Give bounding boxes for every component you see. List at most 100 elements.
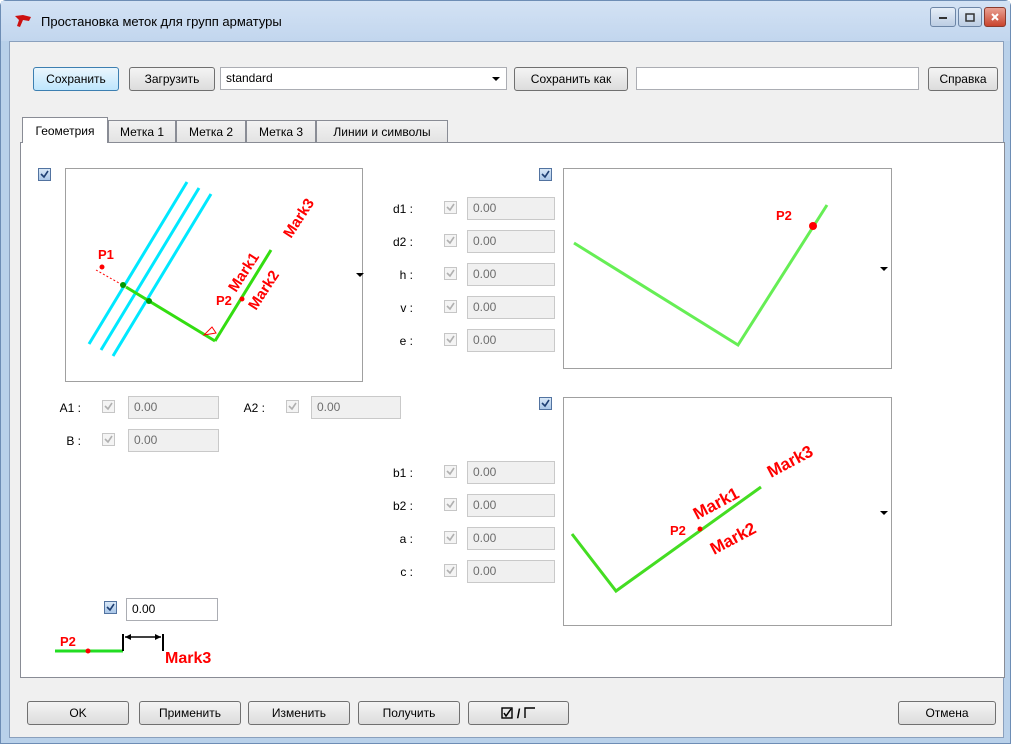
geometry-panel: P1 P2 Mark1 Mark2 Mark3 d1 : 0.00 d2 : 0.00… [20, 142, 1005, 678]
rebar-line [87, 181, 189, 345]
close-button[interactable] [984, 7, 1006, 27]
a1-label: A1 : [59, 401, 81, 415]
checkmark-icon [446, 566, 455, 575]
param-bottom-input[interactable]: 0.00 [467, 560, 555, 583]
param-top-input[interactable]: 0.00 [467, 263, 555, 286]
checked-box-icon [500, 707, 513, 719]
checkmark-icon [446, 467, 455, 476]
enable-preview1-checkbox[interactable] [38, 168, 51, 181]
help-button[interactable]: Справка [928, 67, 998, 91]
enable-preview3-checkbox[interactable] [539, 397, 552, 410]
param-top-label: d1 : [392, 202, 413, 216]
cancel-button[interactable]: Отмена [898, 701, 996, 725]
tab-geometry[interactable]: Геометрия [22, 117, 108, 143]
anchor-point [146, 298, 152, 304]
preview2-dropdown-icon[interactable] [880, 267, 888, 271]
tab-mark2[interactable]: Метка 2 [176, 120, 246, 142]
a1-input[interactable]: 0.00 [128, 396, 219, 419]
checkmark-icon [446, 302, 455, 311]
checkmark-icon [104, 435, 113, 444]
toggle-separator: / [516, 705, 521, 721]
chevron-down-icon [492, 77, 500, 81]
checkmark-icon [288, 402, 297, 411]
param-bottom-checkbox[interactable] [444, 465, 457, 478]
maximize-button[interactable] [958, 7, 982, 27]
save-button[interactable]: Сохранить [33, 67, 119, 91]
b-label: B : [66, 434, 81, 448]
apply-button[interactable]: Применить [139, 701, 241, 725]
tab-mark3[interactable]: Метка 3 [246, 120, 316, 142]
param-top-checkbox[interactable] [444, 267, 457, 280]
rebar-line [99, 187, 201, 351]
param-top-input[interactable]: 0.00 [467, 329, 555, 352]
maximize-icon [965, 12, 975, 22]
tab-mark1[interactable]: Метка 1 [108, 120, 176, 142]
p1-point [99, 264, 105, 270]
param-bottom-label: b2 : [392, 499, 413, 513]
preset-value: standard [226, 71, 273, 85]
save-as-button[interactable]: Сохранить как [514, 67, 628, 91]
checkmark-icon [446, 335, 455, 344]
param-bottom-label: b1 : [392, 466, 413, 480]
param-top-checkbox[interactable] [444, 333, 457, 346]
param-top-label: v : [400, 301, 413, 315]
param-bottom-checkbox[interactable] [444, 531, 457, 544]
app-icon [15, 15, 31, 27]
param-bottom-input[interactable]: 0.00 [467, 494, 555, 517]
param-bottom-checkbox[interactable] [444, 498, 457, 511]
checkmark-icon [106, 603, 115, 612]
toggle-all-button[interactable]: / [468, 701, 569, 725]
preview3-dropdown-icon[interactable] [880, 511, 888, 515]
leader-line [573, 204, 829, 348]
preset-select[interactable]: standard [220, 67, 507, 90]
param-bottom-label: a : [399, 532, 413, 546]
get-button[interactable]: Получить [358, 701, 460, 725]
minimize-button[interactable] [930, 7, 956, 27]
param-bottom-input[interactable]: 0.00 [467, 527, 555, 550]
p1-label: P1 [98, 247, 114, 262]
p2-point [697, 526, 703, 532]
preview-leader: P2 [563, 168, 892, 369]
load-button[interactable]: Загрузить [129, 67, 215, 91]
offset-input[interactable]: 0.00 [126, 598, 218, 621]
param-top-checkbox[interactable] [444, 300, 457, 313]
offset-diagram: P2 Mark3 [55, 634, 211, 667]
param-top-checkbox[interactable] [444, 201, 457, 214]
rebar-line [111, 193, 213, 357]
change-button[interactable]: Изменить [248, 701, 350, 725]
checkmark-icon [541, 170, 550, 179]
title-bar[interactable]: Простановка меток для групп арматуры [1, 1, 1010, 41]
p2-label: P2 [776, 208, 792, 223]
save-as-name-input[interactable] [636, 67, 919, 90]
mark3-label: Mark3 [165, 650, 211, 667]
preview-rebar-group: P1 P2 Mark1 Mark2 Mark3 [65, 168, 363, 382]
offset-checkbox[interactable] [104, 601, 117, 614]
mark2-label: Mark2 [707, 519, 759, 559]
param-top-checkbox[interactable] [444, 234, 457, 247]
p2-point [239, 296, 245, 302]
param-top-input[interactable]: 0.00 [467, 230, 555, 253]
preview1-dropdown-icon[interactable] [356, 273, 364, 277]
param-top-label: d2 : [392, 235, 413, 249]
a2-input[interactable]: 0.00 [311, 396, 401, 419]
param-bottom-input[interactable]: 0.00 [467, 461, 555, 484]
p2-point [85, 648, 91, 654]
param-top-input[interactable]: 0.00 [467, 296, 555, 319]
a2-checkbox[interactable] [286, 400, 299, 413]
a1-checkbox[interactable] [102, 400, 115, 413]
param-top-input[interactable]: 0.00 [467, 197, 555, 220]
b-checkbox[interactable] [102, 433, 115, 446]
leader-diagram: P2 [573, 204, 829, 348]
param-top-label: e : [399, 334, 413, 348]
ok-button[interactable]: OK [27, 701, 129, 725]
tab-lines-symbols[interactable]: Линии и символы [316, 120, 448, 142]
enable-preview2-checkbox[interactable] [539, 168, 552, 181]
angle-icon [202, 326, 217, 336]
checkmark-icon [446, 500, 455, 509]
window-title: Простановка меток для групп арматуры [41, 14, 282, 29]
b-input[interactable]: 0.00 [128, 429, 219, 452]
param-bottom-checkbox[interactable] [444, 564, 457, 577]
preview-text-leader: P2 Mark1 Mark2 Mark3 [563, 397, 892, 626]
checkmark-icon [104, 402, 113, 411]
anchor-point [120, 282, 126, 288]
